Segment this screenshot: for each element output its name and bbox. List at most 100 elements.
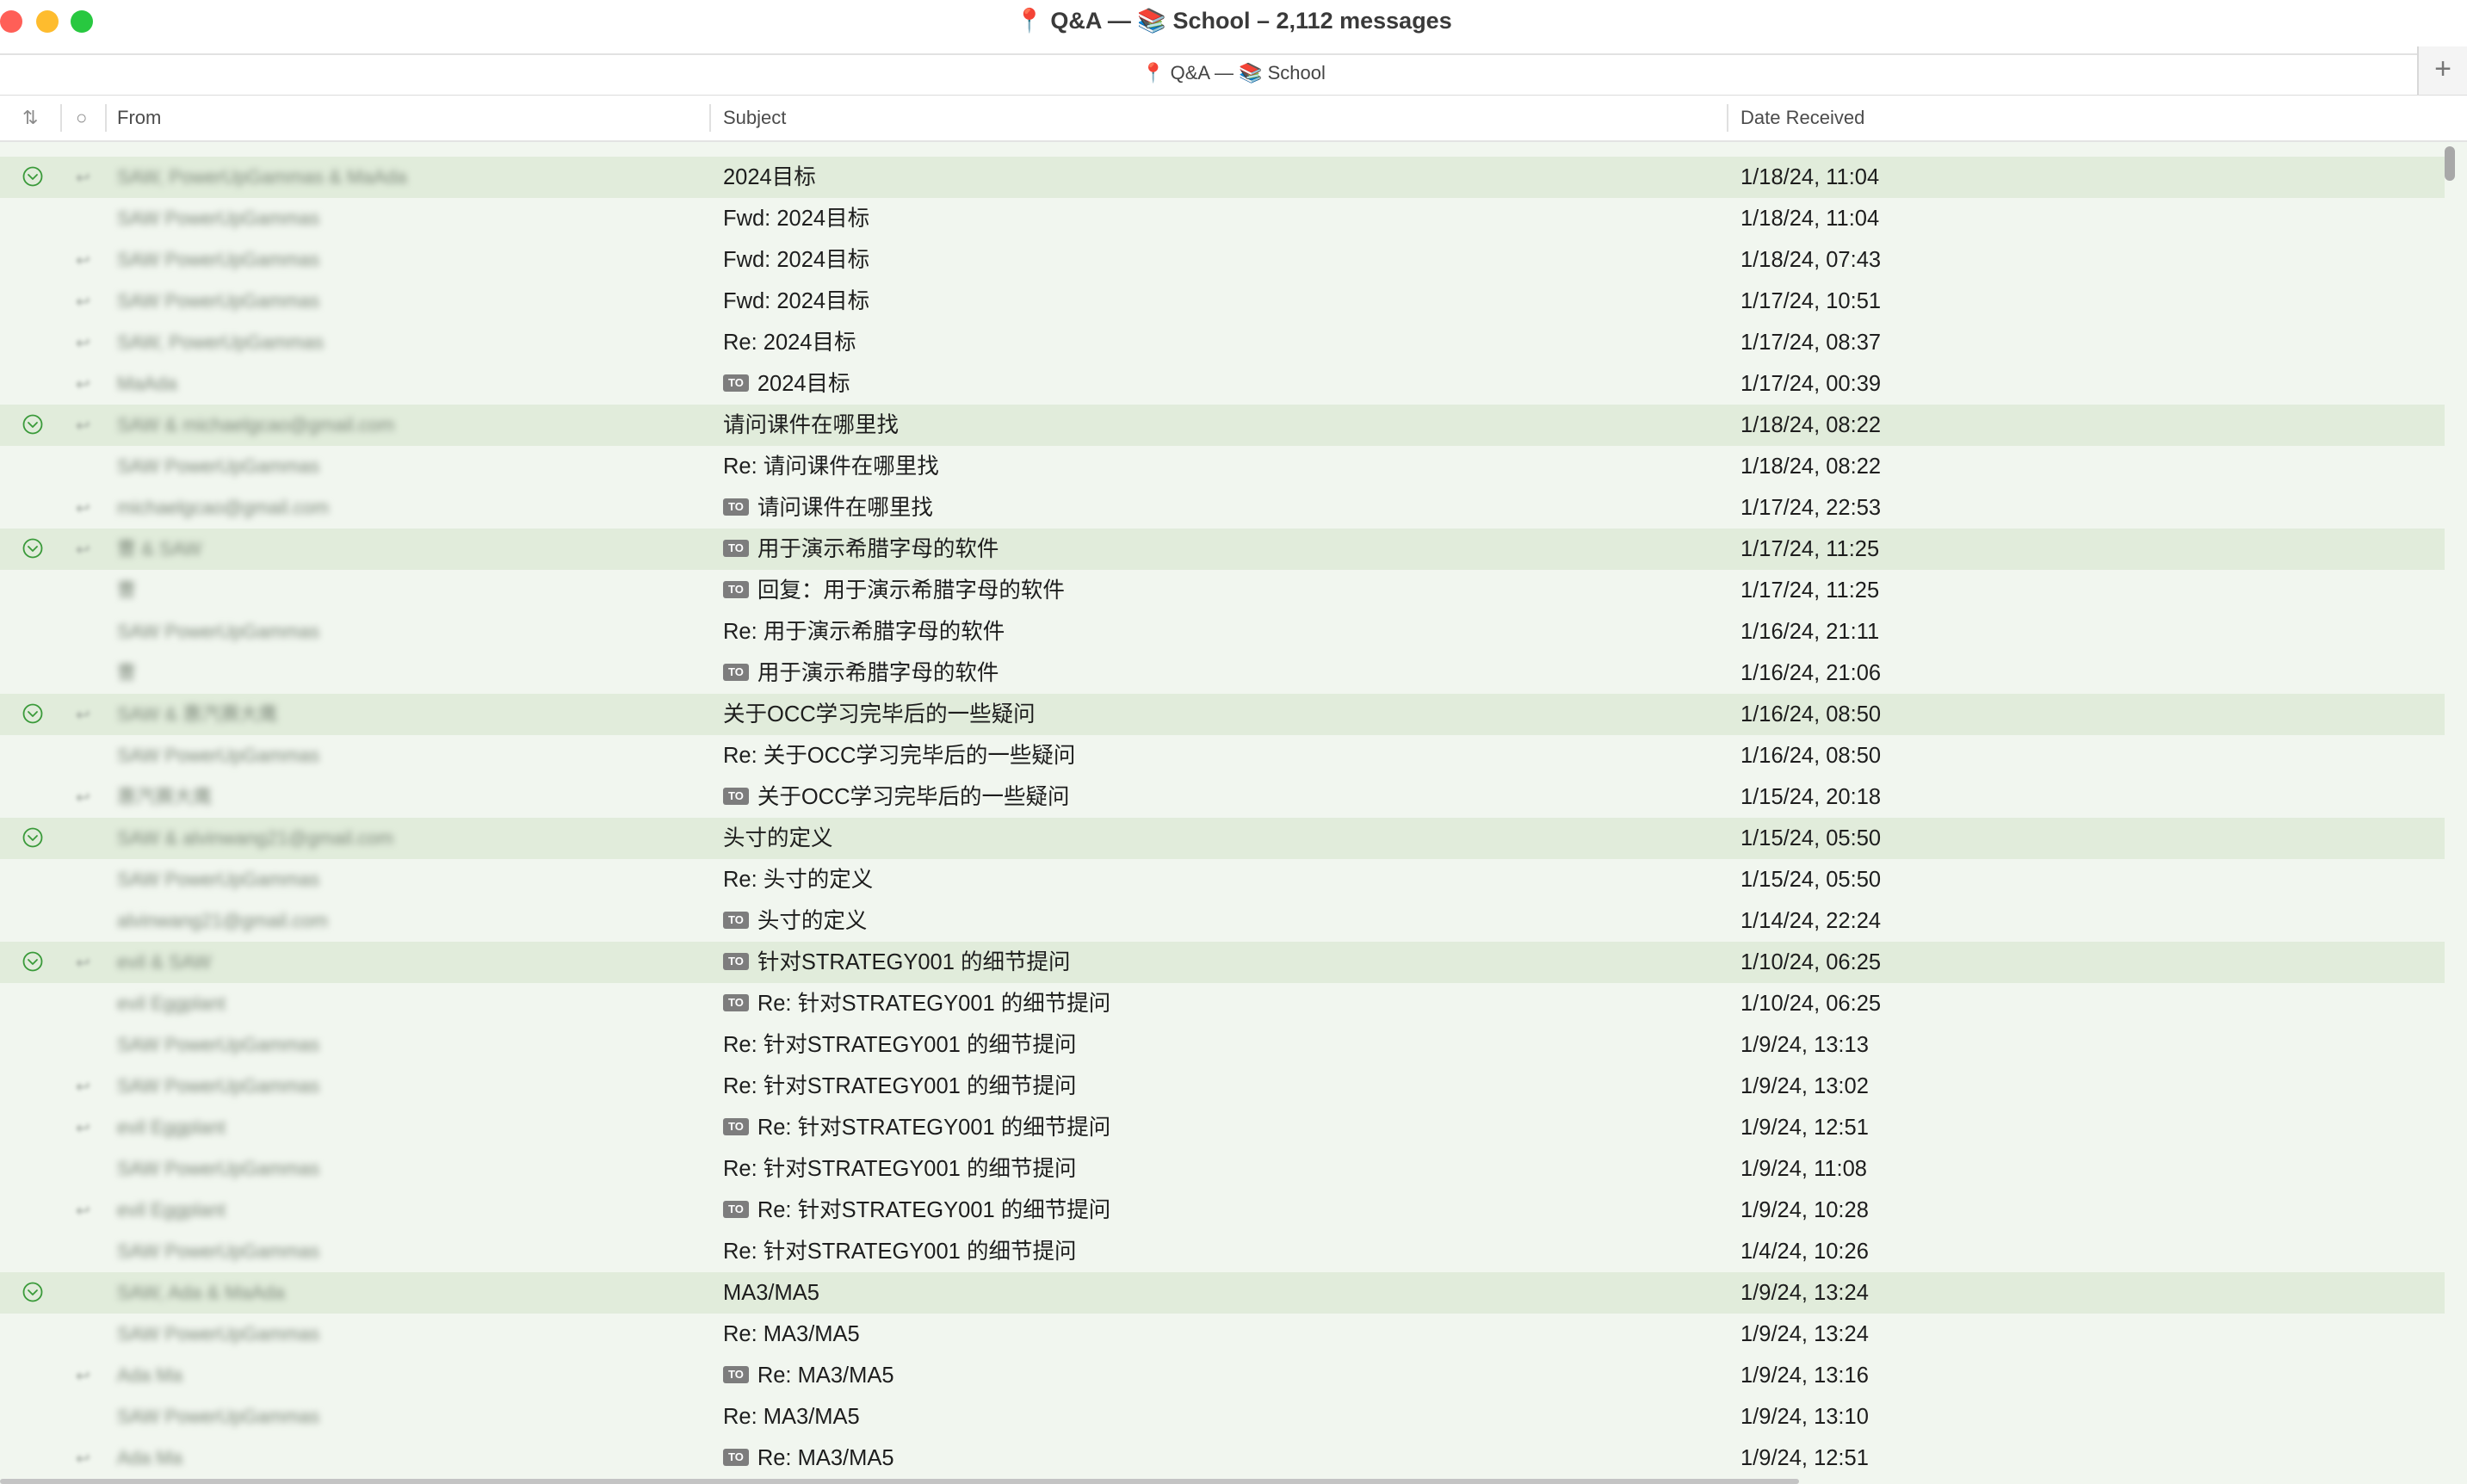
horizontal-scrollbar[interactable] (0, 1479, 1799, 1484)
add-tab-button[interactable]: + (2417, 46, 2467, 95)
message-row[interactable]: ↩ MaAda TO 2024目标 1/17/24, 00:39 (0, 363, 2445, 405)
message-row[interactable]: ↩ evil Eggplant TO Re: 针对STRATEGY001 的细节提问 1… (0, 1190, 2445, 1231)
message-subject-cell: TO 请问课件在哪里找 (723, 487, 933, 529)
replied-icon: ↩ (76, 251, 90, 270)
thread-chevron-down-icon[interactable] (22, 538, 43, 559)
message-date: 1/17/24, 08:37 (1741, 331, 1882, 355)
vertical-scrollbar[interactable] (2445, 146, 2455, 181)
message-row[interactable]: ↩ SAW PowerUpGammas Re: 针对STRATEGY001 的细节提… (0, 1066, 2445, 1107)
thread-row[interactable]: ↩ 曹 & SAW TO 用于演示希腊字母的软件 1/17/24, 11:25 (0, 529, 2445, 570)
replied-icon: ↩ (76, 1119, 90, 1138)
message-subject: 头寸的定义 (757, 909, 868, 933)
message-row[interactable]: SAW PowerUpGammas Re: 针对STRATEGY001 的细节提问… (0, 1148, 2445, 1190)
message-subject: 用于演示希腊字母的软件 (757, 537, 999, 561)
thread-row[interactable]: ↩ SAW & 惠汽赛大鹰 关于OCC学习完毕后的一些疑问 1/16/24, 08:5… (0, 694, 2445, 735)
message-row[interactable]: ↩ michaelgcao@gmail.com TO 请问课件在哪里找 1/17/24,… (0, 487, 2445, 529)
message-date: 1/17/24, 00:39 (1741, 372, 1882, 396)
thread-chevron-down-icon[interactable] (22, 703, 43, 724)
message-subject-cell: TO 回复：用于演示希腊字母的软件 (723, 570, 1065, 611)
message-row[interactable]: ↩ Ada Ma TO Re: MA3/MA5 1/9/24, 13:16 (0, 1355, 2445, 1396)
message-subject-cell: Re: 针对STRATEGY001 的细节提问 (723, 1066, 1076, 1107)
message-row[interactable]: alvinwang21@gmail.com TO 头寸的定义 1/14/24, 22:… (0, 900, 2445, 942)
title-bar: 📍 Q&A — 📚 School – 2,112 messages 📍 Q&A … (0, 0, 2467, 96)
thread-row[interactable]: SAW, Ada & MaAda MA3/MA5 1/9/24, 13:24 (0, 1272, 2445, 1314)
message-subject: Fwd: 2024目标 (723, 289, 870, 313)
message-subject-cell: 关于OCC学习完毕后的一些疑问 (723, 694, 1036, 735)
thread-chevron-down-icon[interactable] (22, 951, 43, 972)
message-sender: SAW PowerUpGammas (117, 290, 320, 312)
message-row[interactable]: SAW PowerUpGammas Re: 头寸的定义 1/15/24, 05:50 (0, 859, 2445, 900)
message-subject: 回复：用于演示希腊字母的软件 (757, 578, 1065, 603)
replied-icon: ↩ (76, 706, 90, 725)
message-subject-cell: Re: 2024目标 (723, 322, 856, 363)
column-header-date-received[interactable]: Date Received (1741, 96, 1864, 140)
to-badge-icon: TO (723, 1118, 749, 1136)
message-row[interactable]: SAW PowerUpGammas Re: 针对STRATEGY001 的细节提问… (0, 1024, 2445, 1066)
tab-bar: 📍 Q&A — 📚 School (0, 53, 2417, 95)
message-sender: SAW & alvinwang21@gmail.com (117, 827, 394, 849)
message-subject: Re: MA3/MA5 (723, 1322, 860, 1346)
message-row[interactable]: SAW PowerUpGammas Fwd: 2024目标 1/18/24, 11:… (0, 198, 2445, 239)
message-sender: 惠汽赛大鹰 (117, 786, 213, 807)
message-row[interactable]: ↩ Ada Ma TO Re: MA3/MA5 1/9/24, 12:51 (0, 1438, 2445, 1479)
message-date: 1/16/24, 21:11 (1741, 620, 1880, 644)
thread-chevron-down-icon[interactable] (22, 827, 43, 848)
message-subject-cell: Re: 针对STRATEGY001 的细节提问 (723, 1148, 1076, 1190)
to-badge-icon: TO (723, 1366, 749, 1384)
message-row[interactable]: ↩ SAW PowerUpGammas Fwd: 2024目标 1/17/24, 10… (0, 281, 2445, 322)
replied-icon: ↩ (76, 1367, 90, 1386)
message-date: 1/9/24, 12:51 (1741, 1446, 1869, 1470)
message-date: 1/10/24, 06:25 (1741, 950, 1882, 974)
message-row[interactable]: ↩ evil Eggplant TO Re: 针对STRATEGY001 的细节提问 1… (0, 1107, 2445, 1148)
message-row[interactable]: 曹 TO 回复：用于演示希腊字母的软件 1/17/24, 11:25 (0, 570, 2445, 611)
thread-row[interactable]: SAW & alvinwang21@gmail.com 头寸的定义 1/15/24,… (0, 818, 2445, 859)
thread-chevron-down-icon[interactable] (22, 1282, 43, 1302)
message-row[interactable]: SAW PowerUpGammas Re: 关于OCC学习完毕后的一些疑问 1/16… (0, 735, 2445, 776)
message-subject: Re: MA3/MA5 (723, 1405, 860, 1429)
message-sender: alvinwang21@gmail.com (117, 910, 328, 931)
message-sender: evil Eggplant (117, 1116, 226, 1138)
message-date: 1/17/24, 11:25 (1741, 578, 1880, 603)
message-row[interactable]: evil Eggplant TO Re: 针对STRATEGY001 的细节提问 1/… (0, 983, 2445, 1024)
message-date: 1/18/24, 07:43 (1741, 248, 1882, 272)
message-date: 1/9/24, 10:28 (1741, 1198, 1869, 1222)
message-date: 1/18/24, 08:22 (1741, 413, 1882, 437)
thread-row[interactable]: ↩ SAW & michaelgcao@gmail.com 请问课件在哪里找 1/18… (0, 405, 2445, 446)
thread-row[interactable]: ↩ SAW, PowerUpGammas & MaAda 2024目标 1/18/24… (0, 157, 2445, 198)
message-subject: Re: 针对STRATEGY001 的细节提问 (723, 1240, 1077, 1264)
message-subject-cell: Re: 针对STRATEGY001 的细节提问 (723, 1024, 1076, 1066)
message-subject: 针对STRATEGY001 的细节提问 (757, 950, 1071, 974)
message-list[interactable]: ↩ SAW, PowerUpGammas & MaAda 2024目标 1/18/24… (0, 157, 2445, 1479)
message-subject: 2024目标 (757, 372, 850, 396)
message-sender: michaelgcao@gmail.com (117, 497, 330, 518)
message-row[interactable]: ↩ 惠汽赛大鹰 TO 关于OCC学习完毕后的一些疑问 1/15/24, 20:18 (0, 776, 2445, 818)
status-column-icon[interactable]: ○ (76, 96, 87, 140)
thread-chevron-down-icon[interactable] (22, 414, 43, 435)
tab-mailbox[interactable]: 📍 Q&A — 📚 School (0, 60, 2467, 86)
message-date: 1/17/24, 22:53 (1741, 496, 1882, 520)
message-subject: Re: MA3/MA5 (757, 1363, 894, 1388)
message-row[interactable]: SAW PowerUpGammas Re: 请问课件在哪里找 1/18/24, 08… (0, 446, 2445, 487)
to-badge-icon: TO (723, 1449, 749, 1467)
column-header-subject[interactable]: Subject (723, 96, 786, 140)
message-subject-cell: Fwd: 2024目标 (723, 239, 869, 281)
message-row[interactable]: SAW PowerUpGammas Re: MA3/MA5 1/9/24, 13:2… (0, 1314, 2445, 1355)
to-badge-icon: TO (723, 1201, 749, 1219)
message-row[interactable]: SAW PowerUpGammas Re: 针对STRATEGY001 的细节提问… (0, 1231, 2445, 1272)
message-subject-cell: TO Re: 针对STRATEGY001 的细节提问 (723, 1190, 1110, 1231)
message-subject: Re: 针对STRATEGY001 的细节提问 (723, 1074, 1077, 1098)
message-subject-cell: 2024目标 (723, 157, 816, 198)
message-row[interactable]: 曹 TO 用于演示希腊字母的软件 1/16/24, 21:06 (0, 652, 2445, 694)
message-subject: Re: 针对STRATEGY001 的细节提问 (723, 1157, 1077, 1181)
thread-row[interactable]: ↩ evil & SAW TO 针对STRATEGY001 的细节提问 1/10/24,… (0, 942, 2445, 983)
message-row[interactable]: SAW PowerUpGammas Re: MA3/MA5 1/9/24, 13:1… (0, 1396, 2445, 1438)
column-header-from[interactable]: From (117, 96, 161, 140)
message-row[interactable]: SAW PowerUpGammas Re: 用于演示希腊字母的软件 1/16/24,… (0, 611, 2445, 652)
message-row[interactable]: ↩ SAW PowerUpGammas Fwd: 2024目标 1/18/24, 07… (0, 239, 2445, 281)
message-subject-cell: Re: 请问课件在哪里找 (723, 446, 939, 487)
message-row[interactable]: ↩ SAW, PowerUpGammas Re: 2024目标 1/17/24, 08… (0, 322, 2445, 363)
message-sender: SAW PowerUpGammas (117, 869, 320, 890)
thread-chevron-down-icon[interactable] (22, 166, 43, 187)
message-subject-cell: TO 2024目标 (723, 363, 850, 405)
sort-order-icon[interactable]: ⇅ (22, 96, 38, 140)
